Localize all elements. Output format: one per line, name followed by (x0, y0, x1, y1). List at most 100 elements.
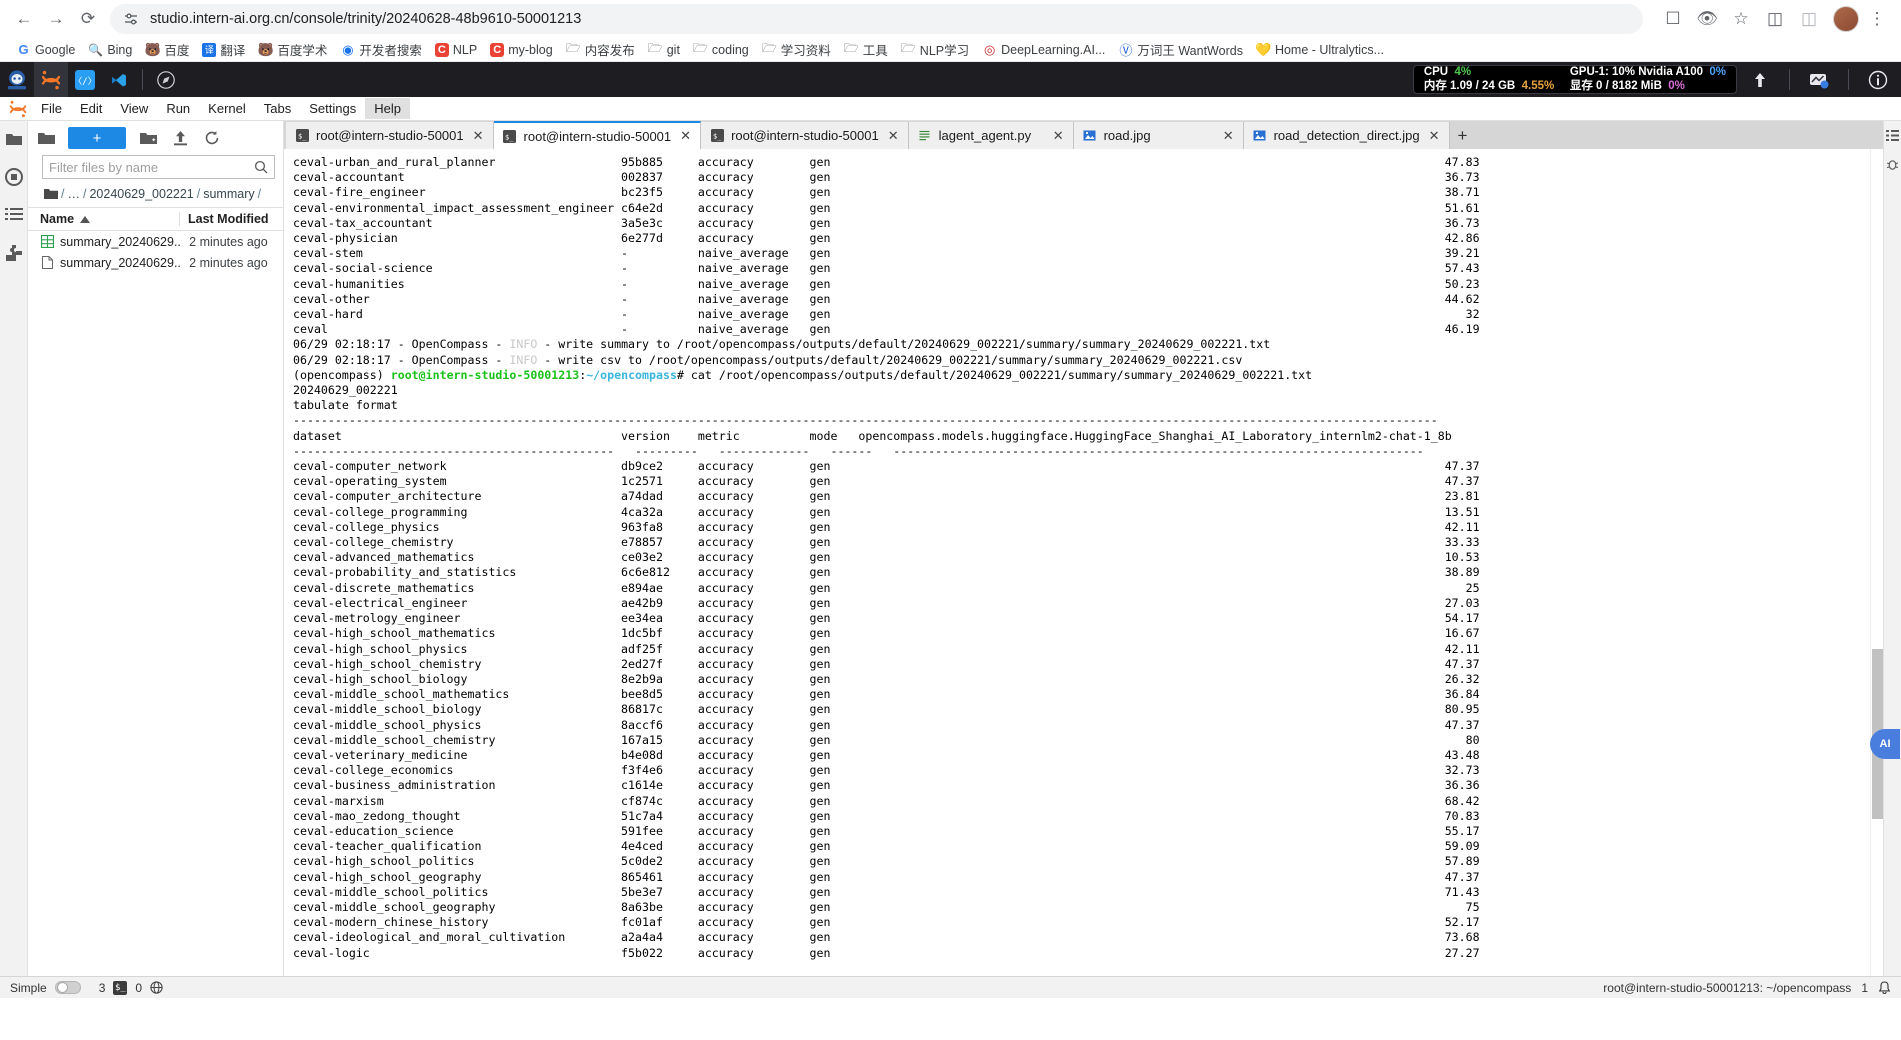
filter-files-input[interactable] (49, 159, 254, 175)
close-icon[interactable]: ✕ (680, 128, 691, 144)
upload-files-icon[interactable] (170, 128, 190, 148)
simple-mode-toggle[interactable] (54, 981, 81, 994)
new-tab-button[interactable]: + (1450, 122, 1476, 149)
property-inspector-icon[interactable] (1886, 129, 1899, 142)
file-browser-icon[interactable] (4, 129, 24, 149)
upload-icon[interactable] (1737, 62, 1783, 97)
intern-studio-logo[interactable] (0, 62, 34, 97)
refresh-icon[interactable] (202, 128, 222, 148)
bookmark-item[interactable]: 🐻 百度 (139, 38, 195, 61)
address-bar[interactable]: studio.intern-ai.org.cn/console/trinity/… (110, 3, 1643, 34)
column-header-name[interactable]: Name (28, 212, 179, 226)
memory-value: 1.09 / 24 GB (1450, 79, 1516, 92)
bookmark-item[interactable]: Ⓥ 万词王 WantWords (1112, 38, 1249, 61)
extension-manager-icon[interactable] (4, 243, 24, 263)
address-bar-url[interactable]: studio.intern-ai.org.cn/console/trinity/… (150, 11, 581, 27)
menu-run[interactable]: Run (157, 98, 199, 119)
new-launcher-button[interactable]: + (68, 127, 126, 149)
baidu-scholar-icon: 🐻 (257, 41, 274, 57)
bookmark-item[interactable]: Cmy-blog (484, 41, 558, 59)
menu-edit[interactable]: Edit (71, 98, 111, 119)
filter-files-input-wrapper[interactable] (42, 155, 275, 179)
running-terminals-icon[interactable] (4, 167, 24, 187)
menu-view[interactable]: View (111, 98, 157, 119)
bookmark-item[interactable]: 🗁 coding (687, 40, 755, 59)
sort-ascending-icon[interactable] (80, 215, 91, 223)
terminal-icon[interactable]: $_ (113, 980, 128, 995)
jupyterlab-logo (4, 99, 32, 119)
menu-file[interactable]: File (32, 98, 71, 119)
close-icon[interactable]: ✕ (888, 128, 899, 144)
terminal-panel[interactable]: ceval-urban_and_rural_planner 95b885 acc… (284, 149, 1883, 976)
extensions-icon[interactable]: ◫ (1759, 3, 1791, 35)
tab-terminal-2[interactable]: $_ root@intern-studio-50001 ✕ (493, 121, 702, 149)
terminal-output[interactable]: ceval-urban_and_rural_planner 95b885 acc… (284, 149, 1870, 976)
breadcrumb-segment-date[interactable]: 20240629_002221 (89, 187, 193, 201)
eye-icon[interactable]: 👁 (1691, 3, 1723, 35)
bookmark-item[interactable]: 🗁 工具 (838, 38, 894, 61)
breadcrumb-segment-summary[interactable]: summary (203, 187, 254, 201)
bookmark-item[interactable]: ◎ DeepLearning.AI... (976, 40, 1111, 59)
close-icon[interactable]: ✕ (473, 128, 484, 144)
bookmark-label: Home - Ultralytics... (1274, 42, 1384, 57)
tab-road-detection-direct-jpg[interactable]: road_detection_direct.jpg ✕ (1243, 122, 1450, 149)
avatar[interactable] (1833, 5, 1859, 32)
breadcrumb-home-icon[interactable] (44, 188, 58, 200)
bookmark-item[interactable]: C NLP (429, 41, 483, 59)
info-icon[interactable] (1855, 62, 1901, 97)
list-item[interactable]: summary_20240629... 2 minutes ago (28, 252, 283, 273)
list-item[interactable]: summary_20240629... 2 minutes ago (28, 231, 283, 252)
code-server-app-icon[interactable]: 〈/〉 (68, 62, 102, 97)
bookmark-item[interactable]: 🗁 NLP学习 (895, 38, 975, 61)
bookmark-item[interactable]: 译翻译 (196, 38, 251, 61)
ai-assistant-icon[interactable]: AI (1870, 729, 1900, 759)
cast-icon[interactable]: ☐ (1657, 3, 1689, 35)
debugger-icon[interactable] (1886, 158, 1899, 171)
file-name-cell[interactable]: summary_20240629... (28, 256, 181, 270)
split-screen-icon[interactable]: ◫ (1793, 3, 1825, 35)
close-icon[interactable]: ✕ (1223, 128, 1234, 144)
vscode-app-icon[interactable] (102, 62, 136, 97)
close-icon[interactable]: ✕ (1053, 128, 1064, 144)
jupyter-app-icon[interactable] (34, 62, 68, 97)
terminal-icon: $_ (710, 129, 724, 143)
tab-lagent-agent-py[interactable]: lagent_agent.py ✕ (908, 122, 1074, 149)
back-arrow-icon[interactable]: ← (8, 3, 40, 35)
tab-label: root@intern-studio-50001 (316, 128, 464, 143)
site-settings-icon[interactable] (122, 10, 140, 28)
column-header-modified[interactable]: Last Modified (179, 212, 283, 226)
menu-tabs[interactable]: Tabs (255, 98, 300, 119)
bookmark-item[interactable]: 💛 Home - Ultralytics... (1250, 40, 1390, 59)
close-icon[interactable]: ✕ (1429, 128, 1440, 144)
bookmark-item[interactable]: 🔍 Bing (82, 40, 138, 59)
dev-search-icon: ◉ (342, 41, 354, 57)
tab-road-jpg[interactable]: road.jpg ✕ (1073, 122, 1244, 149)
breadcrumb[interactable]: / … / 20240629_002221 / summary / (28, 185, 283, 207)
new-folder-icon[interactable] (138, 128, 158, 148)
compass-app-icon[interactable] (149, 62, 183, 97)
bookmark-item[interactable]: 🗁 内容发布 (560, 38, 641, 61)
bookmark-item[interactable]: ◉ 开发者搜索 (334, 38, 428, 61)
svg-text:〈/〉: 〈/〉 (75, 76, 95, 87)
terminal-scrollbar[interactable] (1870, 149, 1883, 976)
tab-terminal-1[interactable]: $_ root@intern-studio-50001 ✕ (286, 122, 494, 149)
star-icon[interactable]: ☆ (1725, 3, 1757, 35)
globe-icon[interactable] (150, 981, 163, 994)
breadcrumb-ellipsis[interactable]: … (67, 187, 80, 201)
bookmark-item[interactable]: G Google (10, 40, 81, 59)
file-name-cell[interactable]: summary_20240629... (28, 235, 181, 249)
menu-kernel[interactable]: Kernel (199, 98, 255, 119)
bookmark-item[interactable]: 🗁 git (642, 40, 686, 59)
network-monitor-icon[interactable] (1796, 62, 1842, 97)
forward-arrow-icon[interactable]: → (40, 3, 72, 35)
simple-mode-label: Simple (10, 980, 47, 995)
bookmark-item[interactable]: 🐻 百度学术 (252, 38, 333, 61)
menu-help[interactable]: Help (365, 98, 410, 119)
bell-icon[interactable] (1878, 980, 1891, 995)
menu-settings[interactable]: Settings (300, 98, 365, 119)
reload-icon[interactable]: ⟳ (72, 3, 104, 35)
chrome-menu-icon[interactable]: ⋮ (1861, 3, 1893, 35)
table-of-contents-icon[interactable] (4, 205, 24, 225)
bookmark-item[interactable]: 🗁 学习资料 (756, 38, 837, 61)
tab-terminal-3[interactable]: $_ root@intern-studio-50001 ✕ (701, 122, 909, 149)
